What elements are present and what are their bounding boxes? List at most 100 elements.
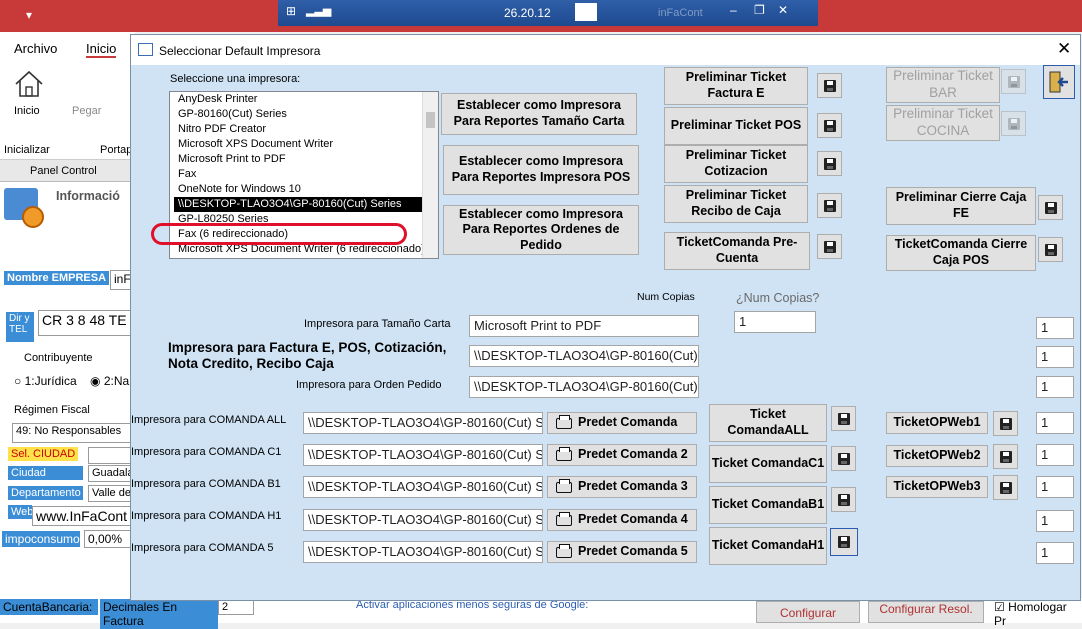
preliminar-cierre-fe-button[interactable]: Preliminar Cierre Caja FE	[886, 187, 1036, 225]
printer-list-item[interactable]: Nitro PDF Creator	[174, 122, 438, 137]
signal-icon: ▂▃▅	[306, 5, 332, 17]
copies-input-7[interactable]: 1	[1036, 510, 1074, 532]
menu-inicio[interactable]: Inicio	[86, 41, 117, 58]
printer-list-item[interactable]: Fax	[174, 167, 438, 182]
save-comanda-all-button[interactable]	[831, 406, 856, 431]
set-ordenes-button[interactable]: Establecer como Impresora Para Reportes …	[443, 205, 639, 255]
home-icon[interactable]	[14, 70, 44, 98]
num-copias-input[interactable]: 1	[734, 311, 816, 333]
printer-list-scrollbar[interactable]	[422, 92, 438, 258]
save-opweb3-button[interactable]	[993, 475, 1018, 500]
ticket-cierre-pos-button[interactable]: TicketComanda Cierre Caja POS	[886, 235, 1036, 271]
nombre-empresa-label: Nombre EMPRESA	[4, 271, 110, 285]
copies-input-8[interactable]: 1	[1036, 542, 1074, 564]
save-cotizacion-button[interactable]	[817, 151, 842, 176]
impoconsumo-field[interactable]: 0,00%	[84, 530, 134, 548]
juridica-radio[interactable]: ○ 1:Jurídica	[14, 374, 77, 388]
sel-ciudad-button[interactable]: Sel. CIUDAD	[8, 447, 79, 461]
comanda-h1-label: Impresora para COMANDA H1	[131, 510, 282, 522]
ticket-comanda-b1-button[interactable]: Ticket ComandaB1	[709, 486, 827, 524]
cuenta-bancaria-label: CuentaBancaria:	[0, 599, 98, 615]
preliminar-cocina-button[interactable]: Preliminar Ticket COCINA	[886, 105, 1000, 141]
menu-archivo[interactable]: Archivo	[14, 41, 57, 56]
exit-button[interactable]	[1043, 65, 1075, 99]
dir-tel-field[interactable]: CR 3 8 48 TE	[38, 310, 138, 336]
printer-list-item[interactable]: GP-80160(Cut) Series	[174, 107, 438, 122]
natural-radio[interactable]: ◉ 2:Na	[90, 374, 129, 388]
save-opweb2-button[interactable]	[993, 444, 1018, 469]
pin-icon[interactable]: ⊞	[286, 4, 296, 18]
save-comanda-c1-button[interactable]	[831, 446, 856, 471]
comanda-c1-field[interactable]: \\DESKTOP-TLAO3O4\GP-80160(Cut) Se	[303, 444, 543, 466]
copies-input-2[interactable]: 1	[1036, 346, 1074, 368]
ticket-opweb1-button[interactable]: TicketOPWeb1	[886, 412, 988, 434]
preliminar-bar-button[interactable]: Preliminar Ticket BAR	[886, 67, 1000, 103]
set-carta-button[interactable]: Establecer como Impresora Para Reportes …	[441, 93, 637, 135]
ticket-opweb3-button[interactable]: TicketOPWeb3	[886, 476, 988, 498]
save-cierre-pos-button[interactable]	[1038, 237, 1063, 262]
configurar-button[interactable]: Configurar	[756, 601, 860, 623]
save-bar-button[interactable]	[1001, 69, 1026, 94]
comanda-5-field[interactable]: \\DESKTOP-TLAO3O4\GP-80160(Cut) Se	[303, 541, 543, 563]
save-opweb1-button[interactable]	[993, 411, 1018, 436]
copies-input-5[interactable]: 1	[1036, 444, 1074, 466]
save-cocina-button[interactable]	[1001, 111, 1026, 136]
calendar-icon	[4, 188, 48, 228]
carta-printer-field[interactable]: Microsoft Print to PDF	[469, 315, 699, 337]
comanda-b1-field[interactable]: \\DESKTOP-TLAO3O4\GP-80160(Cut) Se	[303, 476, 543, 498]
ticket-comanda-all-button[interactable]: Ticket ComandaALL	[709, 404, 827, 442]
printer-list-item[interactable]: Microsoft XPS Document Writer	[174, 137, 438, 152]
configurar-resol-button[interactable]: Configurar Resol.	[868, 601, 984, 623]
printer-list-item[interactable]: Fax (6 redireccionado)	[174, 227, 438, 242]
printer-list-item[interactable]: AnyDesk Printer	[174, 92, 438, 107]
save-comanda-h1-button[interactable]	[830, 528, 858, 556]
save-precuenta-button[interactable]	[817, 234, 842, 259]
minimize-icon[interactable]: –	[730, 3, 737, 17]
printer-list-item[interactable]: OneNote for Windows 10	[174, 182, 438, 197]
copies-input-6[interactable]: 1	[1036, 476, 1074, 498]
homologar-checkbox[interactable]: ☑ Homologar Pr	[994, 600, 1082, 628]
set-pos-button[interactable]: Establecer como Impresora Para Reportes …	[443, 145, 639, 195]
web-field[interactable]: www.InFaCont	[32, 506, 138, 526]
copies-input-1[interactable]: 1	[1036, 317, 1074, 339]
predet-comanda-2-button[interactable]: Predet Comanda 2	[547, 444, 697, 466]
comanda-h1-field[interactable]: \\DESKTOP-TLAO3O4\GP-80160(Cut) Se	[303, 509, 543, 531]
predet-comanda-4-button[interactable]: Predet Comanda 4	[547, 509, 697, 531]
pedido-printer-field[interactable]: \\DESKTOP-TLAO3O4\GP-80160(Cut)	[469, 376, 699, 398]
restore-icon[interactable]: ❐	[754, 3, 765, 17]
save-ticket-pos-button[interactable]	[817, 113, 842, 138]
preliminar-recibo-button[interactable]: Preliminar Ticket Recibo de Caja	[664, 185, 808, 223]
printer-list-item[interactable]: GP-L80250 Series	[174, 212, 438, 227]
copies-input-3[interactable]: 1	[1036, 376, 1074, 398]
predet-comanda-button[interactable]: Predet Comanda	[547, 412, 697, 434]
close-remote-icon[interactable]: ✕	[778, 3, 788, 17]
preliminar-cotizacion-button[interactable]: Preliminar Ticket Cotizacion	[664, 145, 808, 183]
close-icon[interactable]: ✕	[1057, 39, 1071, 59]
printer-list-item[interactable]: \\DESKTOP-TLAO3O4\GP-80160(Cut) Series	[174, 197, 438, 212]
save-icon	[999, 450, 1012, 463]
predet-comanda-5-button[interactable]: Predet Comanda 5	[547, 541, 697, 563]
ticket-comanda-c1-button[interactable]: Ticket ComandaC1	[709, 445, 827, 483]
regimen-select[interactable]: 49: No Responsables	[12, 423, 138, 443]
save-cierre-fe-button[interactable]	[1038, 195, 1063, 220]
preliminar-factura-e-button[interactable]: Preliminar Ticket Factura E	[664, 67, 808, 105]
decimales-field[interactable]: 2	[218, 599, 254, 615]
comanda-all-field[interactable]: \\DESKTOP-TLAO3O4\GP-80160(Cut) Se	[303, 412, 543, 434]
save-recibo-button[interactable]	[817, 193, 842, 218]
ticket-comanda-h1-button[interactable]: Ticket ComandaH1	[709, 527, 827, 565]
tab-panel-control[interactable]: Panel Control	[30, 165, 97, 177]
factura-printer-field[interactable]: \\DESKTOP-TLAO3O4\GP-80160(Cut)	[469, 345, 699, 367]
predet-comanda-3-button[interactable]: Predet Comanda 3	[547, 476, 697, 498]
save-comanda-b1-button[interactable]	[831, 487, 856, 512]
printer-icon	[556, 446, 572, 461]
preliminar-ticket-pos-button[interactable]: Preliminar Ticket POS	[664, 107, 808, 145]
save-icon	[838, 536, 850, 548]
printer-list-item[interactable]: Microsoft Print to PDF	[174, 152, 438, 167]
save-factura-e-button[interactable]	[817, 73, 842, 98]
ticket-precuenta-button[interactable]: TicketComanda Pre-Cuenta	[664, 232, 810, 270]
quick-access-icon[interactable]: ▾	[26, 8, 32, 22]
printer-list-item[interactable]: Microsoft XPS Document Writer (6 redirec…	[174, 242, 438, 257]
ticket-opweb2-button[interactable]: TicketOPWeb2	[886, 445, 988, 467]
printer-list[interactable]: AnyDesk Printer GP-80160(Cut) Series Nitro…	[169, 91, 439, 259]
copies-input-4[interactable]: 1	[1036, 412, 1074, 434]
